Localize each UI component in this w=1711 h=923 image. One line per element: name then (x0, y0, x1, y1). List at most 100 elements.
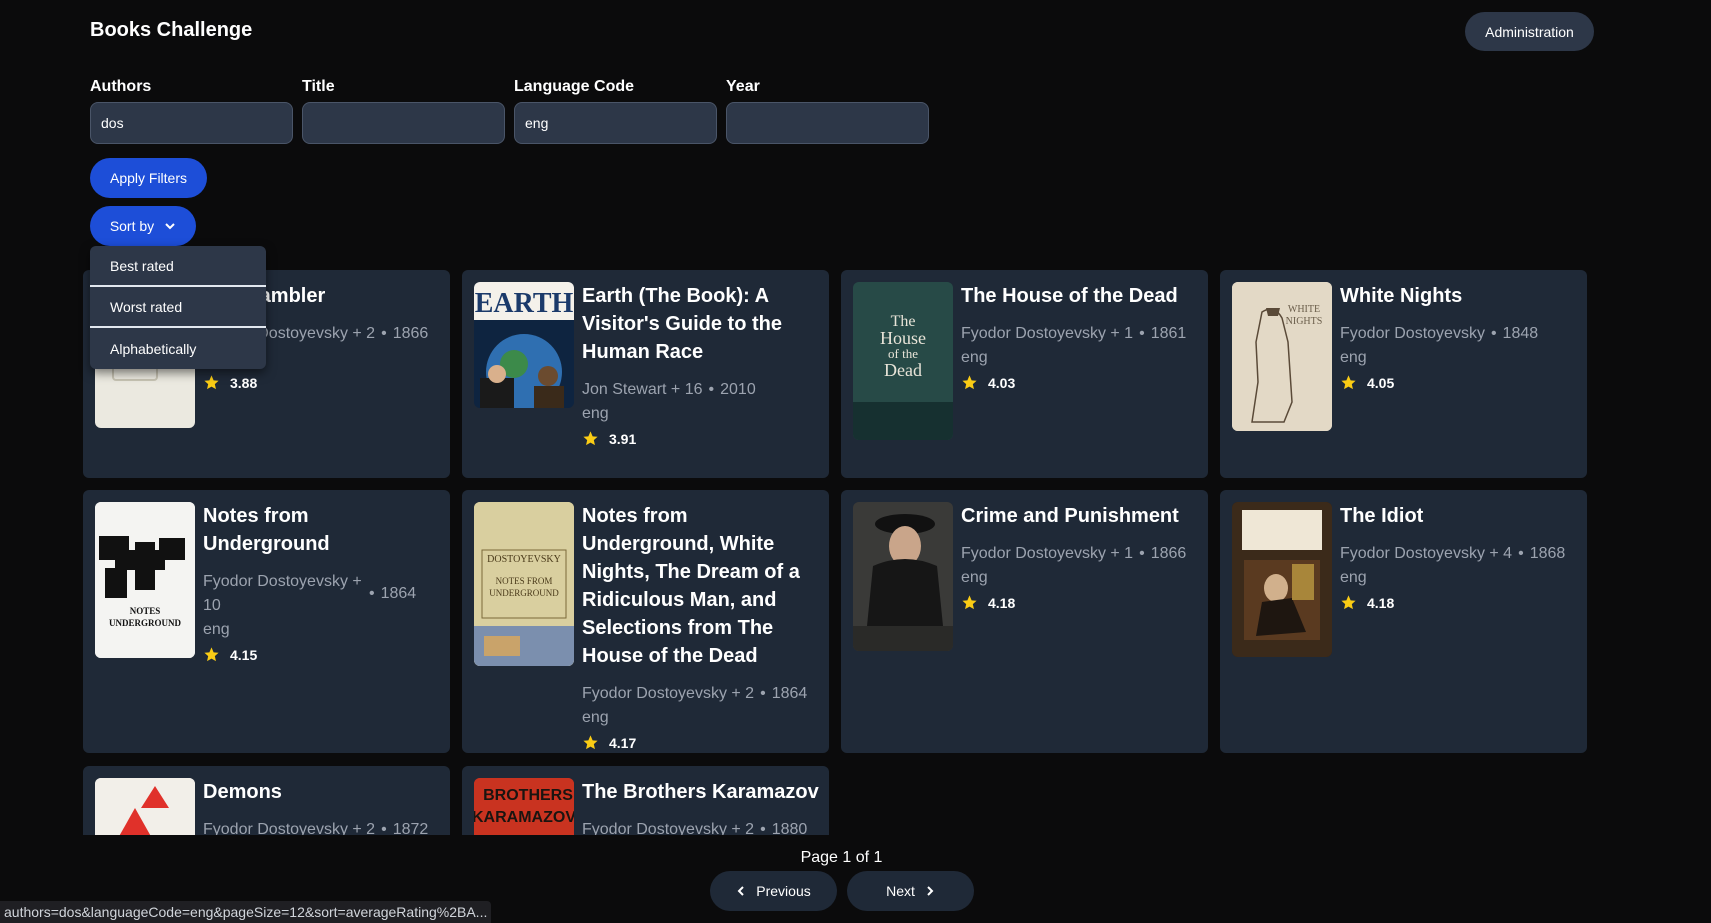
book-card[interactable]: NOTES UNDERGROUND Notes from Underground… (83, 490, 450, 753)
book-title: The Brothers Karamazov (582, 781, 819, 803)
year-input[interactable] (726, 102, 929, 144)
book-info: Demons Fyodor Dostoyevsky + 2 • 1872 (203, 778, 440, 835)
book-title: Earth (The Book): A Visitor's Guide to t… (582, 285, 782, 363)
authors-input[interactable] (90, 102, 293, 144)
book-year: 1872 (392, 821, 429, 835)
book-meta: Jon Stewart + 16 • 2010 (582, 378, 819, 402)
apply-filters-button[interactable]: Apply Filters (90, 158, 207, 198)
book-year: 1868 (1529, 545, 1566, 562)
book-meta: Fyodor Dostoyevsky + 2 • 1872 (203, 818, 440, 835)
book-language: eng (1340, 349, 1367, 366)
rating-value: 3.91 (609, 430, 637, 447)
book-cover: DOSTOYEVSKY NOTES FROM UNDERGROUND (474, 502, 574, 666)
cover-text: DOSTOYEVSKY (487, 554, 561, 565)
previous-button[interactable]: Previous (710, 871, 837, 911)
book-title: Notes from Underground, White Nights, Th… (582, 505, 800, 667)
cover-text: NOTES FROM (496, 576, 553, 586)
sort-by-label: Sort by (109, 218, 155, 234)
book-year: 1864 (771, 685, 808, 702)
book-cover: The House of the Dead (853, 282, 953, 440)
star-icon (204, 375, 219, 390)
language-filter: Language Code (514, 78, 717, 144)
star-icon (204, 647, 219, 662)
book-year: 2010 (720, 381, 756, 398)
book-authors: Fyodor Dostoyevsky (1340, 325, 1485, 342)
book-cover: EARTH (474, 282, 574, 408)
title-filter: Title (302, 78, 505, 144)
book-rating: 4.18 (1340, 594, 1577, 611)
rating-value: 4.03 (988, 374, 1016, 391)
book-year: 1880 (771, 821, 808, 835)
cover-text: UNDERGROUND (489, 588, 559, 598)
book-meta: Fyodor Dostoyevsky + 4 • 1868 (1340, 542, 1577, 566)
sort-option-worst-rated[interactable]: Worst rated (90, 287, 266, 328)
administration-button[interactable]: Administration (1465, 12, 1594, 51)
year-label: Year (726, 78, 760, 95)
separator-dot: • (708, 381, 715, 398)
book-cover: WHITE NIGHTS (1232, 282, 1332, 431)
book-info: The House of the Dead Fyodor Dostoyevsky… (961, 282, 1198, 391)
separator-dot: • (1518, 545, 1524, 562)
book-info: Crime and Punishment Fyodor Dostoyevsky … (961, 502, 1198, 611)
cover-text: NIGHTS (1286, 316, 1323, 327)
status-bar-url: authors=dos&languageCode=eng&pageSize=12… (0, 901, 492, 923)
separator-dot: • (369, 585, 375, 602)
separator-dot: • (381, 821, 387, 835)
next-label: Next (886, 883, 915, 899)
book-rating: 4.15 (203, 646, 440, 663)
chevron-right-icon (927, 886, 934, 896)
book-year: 1861 (1150, 325, 1187, 342)
book-info: Notes from Underground Fyodor Dostoyevsk… (203, 502, 440, 663)
book-language: eng (961, 569, 988, 586)
cover-text: KARAMAZOV (474, 809, 574, 826)
book-info: Notes from Underground, White Nights, Th… (582, 502, 819, 751)
cover-text: UNDERGROUND (109, 618, 182, 628)
book-info: White Nights Fyodor Dostoyevsky • 1848 eng… (1340, 282, 1577, 391)
year-filter: Year (726, 78, 929, 144)
book-year: 1866 (1150, 545, 1187, 562)
sort-option-alphabetically[interactable]: Alphabetically (90, 328, 266, 369)
book-meta: Fyodor Dostoyevsky + 1 • 1861 (961, 322, 1198, 346)
book-language: eng (582, 709, 609, 726)
book-card[interactable]: Demons Fyodor Dostoyevsky + 2 • 1872 (83, 766, 450, 835)
separator-dot: • (760, 821, 766, 835)
book-authors: Fyodor Dostoyevsky + 1 (961, 325, 1134, 342)
book-meta: Fyodor Dostoyevsky + 2 • 1864 (582, 682, 819, 706)
sort-by-button[interactable]: Sort by (90, 206, 196, 246)
app-title: Books Challenge (90, 19, 253, 41)
book-card[interactable]: Crime and Punishment Fyodor Dostoyevsky … (841, 490, 1208, 753)
book-card[interactable]: WHITE NIGHTS White Nights Fyodor Dostoye… (1220, 270, 1587, 478)
cover-text: NOTES (130, 606, 161, 616)
book-title: Crime and Punishment (961, 505, 1179, 527)
sort-option-best-rated[interactable]: Best rated (90, 246, 266, 287)
book-authors: Fyodor Dostoyevsky + 2 (582, 821, 755, 835)
book-year: 1848 (1502, 325, 1539, 342)
authors-filter: Authors (90, 78, 293, 144)
book-card[interactable]: DOSTOYEVSKY NOTES FROM UNDERGROUND Notes… (462, 490, 829, 753)
rating-value: 4.15 (230, 646, 258, 663)
book-card[interactable]: The Idiot Fyodor Dostoyevsky + 4 • 1868 en… (1220, 490, 1587, 753)
book-info: The Brothers Karamazov Fyodor Dostoyevsk… (582, 778, 819, 835)
book-language: eng (961, 349, 988, 366)
cover-text: Dead (884, 360, 922, 380)
previous-label: Previous (756, 883, 811, 899)
cover-text: House (880, 328, 926, 348)
book-card[interactable]: BROTHERS KARAMAZOV The Brothers Karamazo… (462, 766, 829, 835)
book-language: eng (1340, 569, 1367, 586)
next-button[interactable]: Next (847, 871, 974, 911)
book-cover (1232, 502, 1332, 657)
page-indicator: Page 1 of 1 (800, 849, 883, 866)
language-input[interactable] (514, 102, 717, 144)
cover-text: of the (888, 346, 918, 361)
book-card[interactable]: The House of the Dead The House of the D… (841, 270, 1208, 478)
pagination: Previous Next (710, 871, 974, 911)
book-authors: Fyodor Dostoyevsky + 10 (203, 573, 362, 614)
book-title: Notes from Underground (203, 505, 330, 555)
title-input[interactable] (302, 102, 505, 144)
book-cover: NOTES UNDERGROUND (95, 502, 195, 658)
book-rating: 4.17 (582, 734, 819, 751)
book-language: eng (582, 405, 609, 422)
separator-dot: • (1139, 325, 1145, 342)
book-card[interactable]: EARTH Earth (The Book): A Visitor's Guid… (462, 270, 829, 478)
book-authors: Fyodor Dostoyevsky + 1 (961, 545, 1134, 562)
